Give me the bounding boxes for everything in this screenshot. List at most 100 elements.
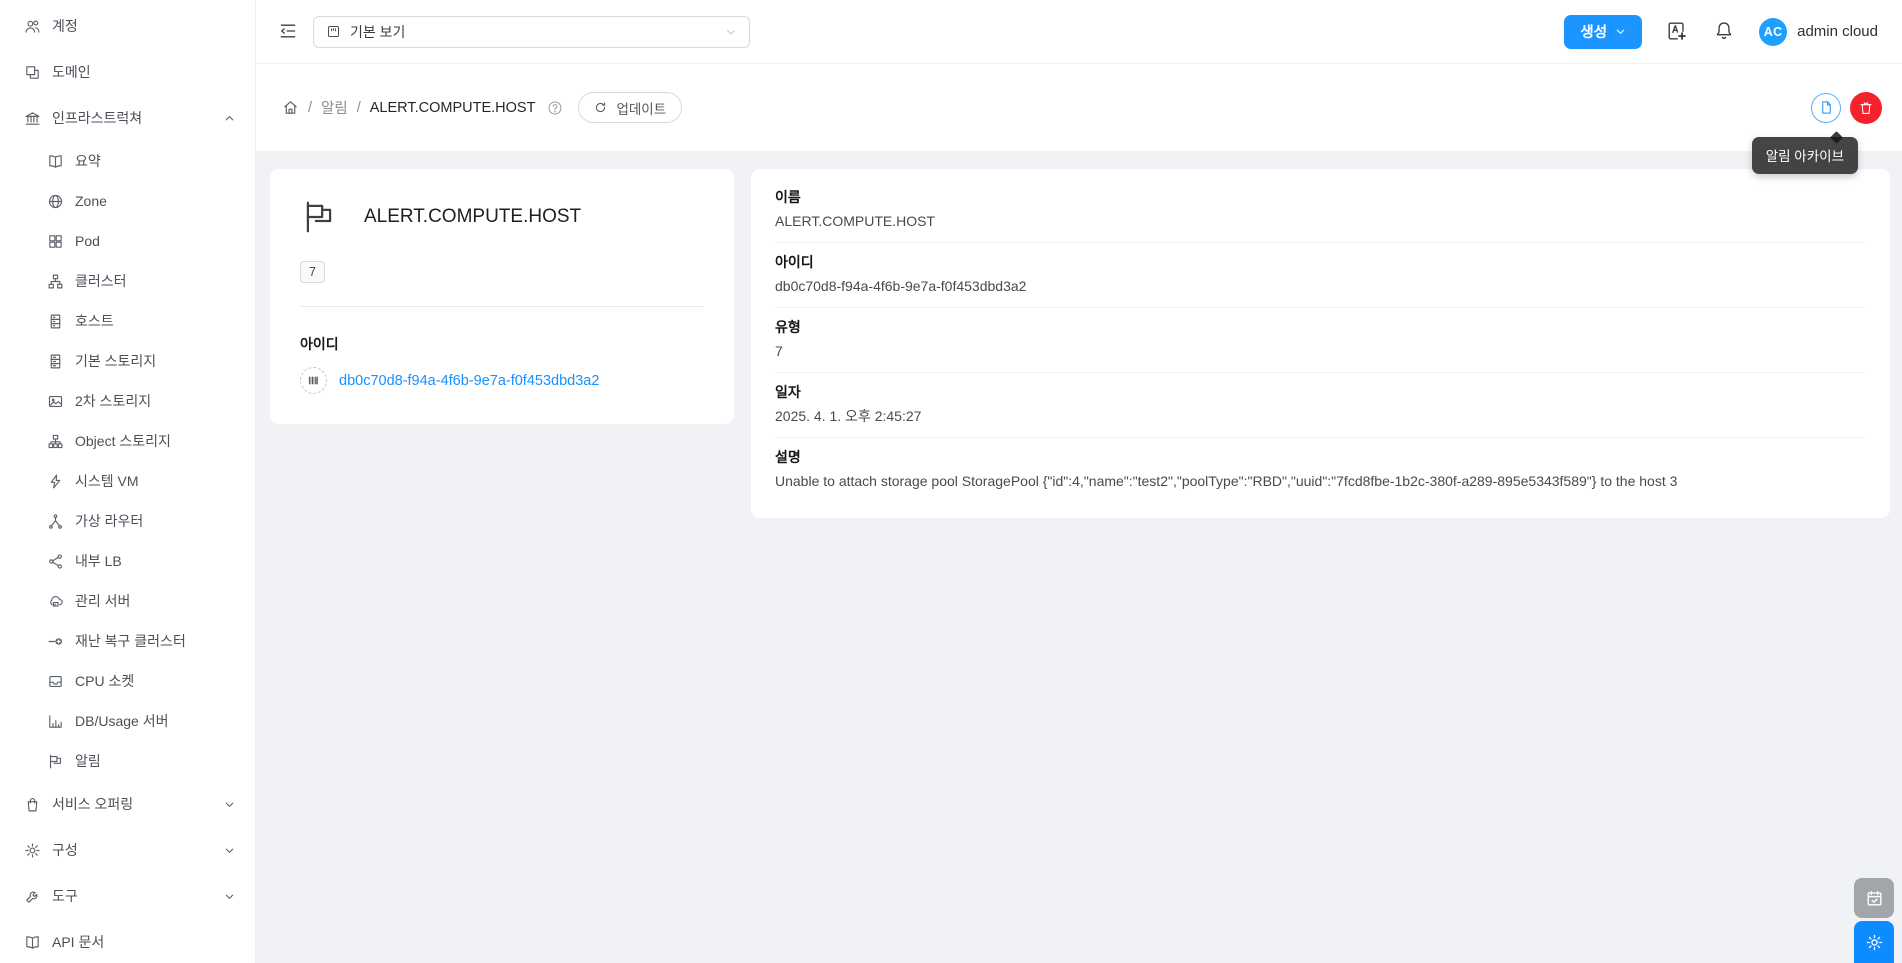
sidebar-item-label: Object 스토리지 xyxy=(75,431,171,451)
sidebar-item-label: 시스템 VM xyxy=(75,471,139,491)
trash-icon xyxy=(1858,100,1874,116)
sidebar-item-primary-storage[interactable]: 기본 스토리지 xyxy=(0,341,255,381)
settings-button[interactable] xyxy=(1854,921,1894,963)
create-button-label: 생성 xyxy=(1580,21,1607,42)
zone-icon xyxy=(47,193,64,210)
secondary-storage-icon xyxy=(47,393,64,410)
sidebar-item-db-usage[interactable]: DB/Usage 서버 xyxy=(0,701,255,741)
configuration-icon xyxy=(24,842,41,859)
app-window: 계정도메인인프라스트럭쳐요약Zone Pod 클러스터호스트기본 스토리지 2차 스토… xyxy=(0,0,1902,963)
sidebar-item-tools[interactable]: 도구 xyxy=(0,873,255,919)
breadcrumb-separator: / xyxy=(357,100,361,116)
sidebar-item-zone[interactable]: Zone xyxy=(0,181,255,221)
divider xyxy=(300,306,704,307)
sidebar-item-secondary-storage[interactable]: 2차 스토리지 xyxy=(0,381,255,421)
id-row: db0c70d8-f94a-4f6b-9e7a-f0f453dbd3a2 xyxy=(300,367,704,394)
event-log-button[interactable] xyxy=(1854,878,1894,918)
management-server-icon xyxy=(47,593,64,610)
flag-icon xyxy=(300,198,338,236)
sidebar-item-team[interactable]: 계정 xyxy=(0,3,255,49)
sidebar-item-system-vm[interactable]: 시스템 VM xyxy=(0,461,255,501)
main-area: 기본 보기 생성 AC admin cloud xyxy=(256,0,1902,963)
sidebar-item-management-server[interactable]: 관리 서버 xyxy=(0,581,255,621)
sidebar-item-pod[interactable]: Pod xyxy=(0,221,255,261)
home-icon[interactable] xyxy=(282,99,299,116)
domain-icon xyxy=(24,64,41,81)
object-storage-icon xyxy=(47,433,64,450)
breadcrumb-separator: / xyxy=(308,100,312,116)
detail-label: 유형 xyxy=(775,319,1866,336)
sidebar-item-api-doc[interactable]: API 문서 xyxy=(0,919,255,963)
view-mode-select[interactable]: 기본 보기 xyxy=(313,16,750,48)
sidebar-item-summary[interactable]: 요약 xyxy=(0,141,255,181)
sidebar-item-label: CPU 소켓 xyxy=(75,671,134,691)
topbar-actions: 생성 AC admin cloud xyxy=(1564,15,1878,49)
sidebar: 계정도메인인프라스트럭쳐요약Zone Pod 클러스터호스트기본 스토리지 2차 스토… xyxy=(0,0,256,963)
sidebar-item-alert[interactable]: 알림 xyxy=(0,741,255,781)
detail-label: 설명 xyxy=(775,449,1866,466)
type-tag: 7 xyxy=(300,261,325,283)
detail-row: 이름ALERT.COMPUTE.HOST xyxy=(775,178,1866,243)
sidebar-item-label: 서비스 오퍼링 xyxy=(52,794,133,814)
chevron-down-icon xyxy=(224,845,235,856)
detail-label: 이름 xyxy=(775,189,1866,206)
tools-icon xyxy=(24,888,41,905)
breadcrumb: / 알림 / ALERT.COMPUTE.HOST xyxy=(282,97,563,118)
summary-title: ALERT.COMPUTE.HOST xyxy=(364,206,581,228)
breadcrumb-link-alerts[interactable]: 알림 xyxy=(321,97,348,118)
sidebar-item-configuration[interactable]: 구성 xyxy=(0,827,255,873)
user-menu[interactable]: AC admin cloud xyxy=(1759,18,1878,46)
sidebar-item-cpu-socket[interactable]: CPU 소켓 xyxy=(0,661,255,701)
question-circle-icon xyxy=(547,100,563,116)
sidebar-item-label: 인프라스트럭쳐 xyxy=(52,108,142,128)
primary-storage-icon xyxy=(47,353,64,370)
sidebar-item-host[interactable]: 호스트 xyxy=(0,301,255,341)
sidebar-item-dr-cluster[interactable]: 재난 복구 클러스터 xyxy=(0,621,255,661)
tooltip-alert-archive: 알림 아카이브 xyxy=(1752,137,1858,174)
detail-value: db0c70d8-f94a-4f6b-9e7a-f0f453dbd3a2 xyxy=(775,278,1866,295)
sidebar-item-label: Pod xyxy=(75,233,100,249)
refresh-button[interactable]: 업데이트 xyxy=(578,92,682,123)
breadcrumb-current: ALERT.COMPUTE.HOST xyxy=(370,100,536,116)
create-button[interactable]: 생성 xyxy=(1564,15,1642,49)
sidebar-item-label: 구성 xyxy=(52,840,78,860)
details-card: 이름ALERT.COMPUTE.HOST아이디db0c70d8-f94a-4f6… xyxy=(751,169,1890,518)
sidebar-nav: 계정도메인인프라스트럭쳐요약Zone Pod 클러스터호스트기본 스토리지 2차 스토… xyxy=(0,3,255,963)
sidebar-item-service-offering[interactable]: 서비스 오퍼링 xyxy=(0,781,255,827)
sidebar-item-virtual-router[interactable]: 가상 라우터 xyxy=(0,501,255,541)
sidebar-item-cluster[interactable]: 클러스터 xyxy=(0,261,255,301)
sidebar-item-object-storage[interactable]: Object 스토리지 xyxy=(0,421,255,461)
sidebar-item-label: API 문서 xyxy=(52,932,104,952)
barcode-icon xyxy=(300,367,327,394)
service-offering-icon xyxy=(24,796,41,813)
sidebar-item-label: 계정 xyxy=(52,16,78,36)
api-doc-icon xyxy=(24,934,41,951)
sidebar-item-internal-lb[interactable]: 내부 LB xyxy=(0,541,255,581)
detail-row: 아이디db0c70d8-f94a-4f6b-9e7a-f0f453dbd3a2 xyxy=(775,243,1866,308)
sidebar-item-label: 기본 스토리지 xyxy=(75,351,156,371)
summary-card-header: ALERT.COMPUTE.HOST xyxy=(300,198,704,236)
note-add-button[interactable] xyxy=(1665,20,1689,44)
id-label: 아이디 xyxy=(300,334,704,354)
detail-row: 일자2025. 4. 1. 오후 2:45:27 xyxy=(775,373,1866,438)
breadcrumb-row: / 알림 / ALERT.COMPUTE.HOST 업데이트 xyxy=(256,64,1902,151)
sidebar-item-label: 내부 LB xyxy=(75,551,122,571)
sidebar-item-bank[interactable]: 인프라스트럭쳐 xyxy=(0,95,255,141)
detail-value: Unable to attach storage pool StoragePoo… xyxy=(775,473,1866,490)
sidebar-item-label: 알림 xyxy=(75,751,101,771)
menu-fold-button[interactable] xyxy=(277,21,299,43)
sidebar-item-label: 2차 스토리지 xyxy=(75,391,151,411)
page-actions xyxy=(1811,92,1886,124)
summary-icon xyxy=(47,153,64,170)
internal-lb-icon xyxy=(47,553,64,570)
help-button[interactable] xyxy=(547,100,563,116)
summary-card: ALERT.COMPUTE.HOST 7 아이디 db0c70d8-f94a-4… xyxy=(270,169,734,424)
dr-cluster-icon xyxy=(47,633,64,650)
id-link[interactable]: db0c70d8-f94a-4f6b-9e7a-f0f453dbd3a2 xyxy=(339,373,599,389)
notifications-button[interactable] xyxy=(1712,20,1736,44)
team-icon xyxy=(24,18,41,35)
sidebar-item-label: 호스트 xyxy=(75,311,114,331)
sidebar-item-domain[interactable]: 도메인 xyxy=(0,49,255,95)
delete-alert-button[interactable] xyxy=(1850,92,1882,124)
alert-archive-button[interactable] xyxy=(1811,93,1841,123)
